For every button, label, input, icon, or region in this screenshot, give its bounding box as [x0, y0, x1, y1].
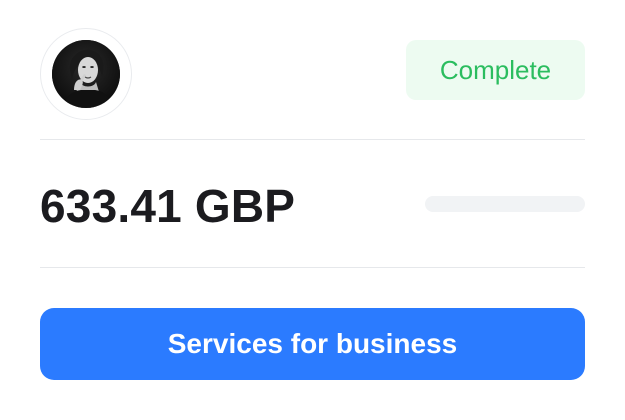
divider — [40, 139, 585, 140]
divider — [40, 267, 585, 268]
avatar — [52, 40, 120, 108]
services-for-business-button[interactable]: Services for business — [40, 308, 585, 380]
avatar-icon — [52, 40, 120, 108]
avatar-frame — [40, 28, 132, 120]
status-badge: Complete — [406, 40, 585, 100]
amount-value: 633.41 GBP — [40, 180, 296, 232]
loading-placeholder-bar — [425, 196, 585, 212]
payment-card: Complete 633.41 GBP Services for busines… — [0, 0, 625, 420]
